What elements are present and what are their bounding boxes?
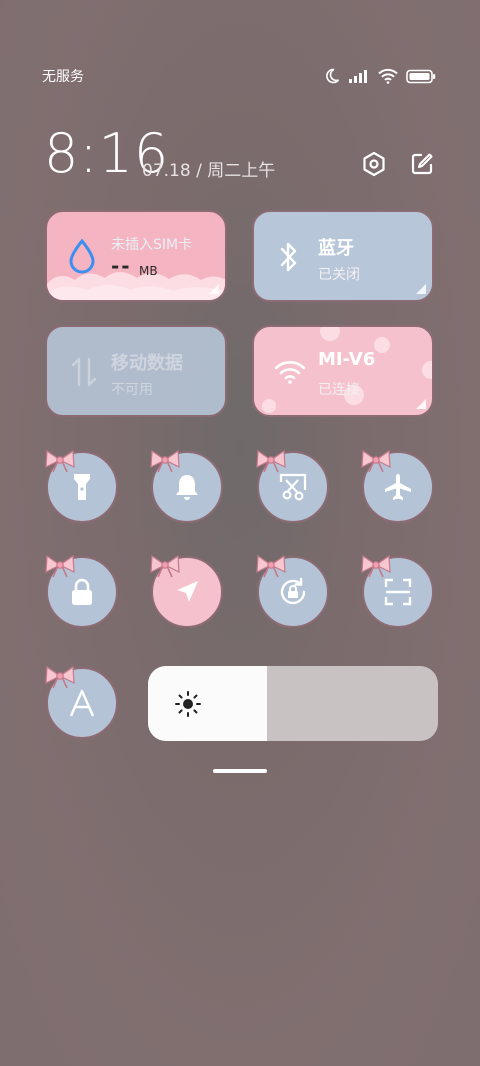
bluetooth-tile[interactable]: 蓝牙 已关闭: [252, 210, 434, 302]
data-arrows-icon: [71, 357, 97, 387]
polka-dot: [262, 399, 276, 413]
mobile-data-status: 不可用: [111, 382, 153, 398]
wifi-icon: [378, 68, 398, 84]
bluetooth-icon: [280, 242, 297, 272]
sun-icon: [175, 691, 201, 717]
moon-icon: [326, 68, 340, 84]
scissors-icon: [279, 473, 307, 501]
bluetooth-status: 已关闭: [318, 267, 360, 283]
wifi-icon: [274, 361, 306, 384]
mobile-data-tile[interactable]: 移动数据 不可用: [45, 325, 227, 417]
sim-status-label: 未插入SIM卡: [111, 237, 193, 253]
polka-dot: [374, 337, 390, 353]
water-drop-icon: [69, 238, 95, 274]
bow-decoration: [256, 554, 286, 578]
battery-icon: [406, 69, 436, 83]
scan-icon: [384, 578, 412, 606]
brightness-fill: [148, 666, 267, 741]
settings-icon[interactable]: [360, 150, 388, 178]
bow-decoration: [256, 449, 286, 473]
toggle-rotation-lock[interactable]: [256, 554, 329, 628]
bow-decoration: [361, 554, 391, 578]
bow-decoration: [150, 449, 180, 473]
flashlight-icon: [74, 474, 90, 500]
navigation-icon: [177, 581, 198, 602]
bluetooth-title: 蓝牙: [318, 238, 354, 259]
toggle-location[interactable]: [150, 554, 223, 628]
toggle-auto-brightness[interactable]: [45, 665, 118, 739]
expand-corner-icon: [416, 284, 426, 294]
expand-corner-icon: [416, 399, 426, 409]
rotation-lock-icon: [280, 577, 306, 605]
status-bar: 无服务: [42, 64, 436, 88]
brightness-slider[interactable]: [148, 666, 438, 741]
bow-decoration: [150, 554, 180, 578]
expand-corner-icon: [209, 284, 219, 294]
bell-icon: [176, 475, 198, 500]
bow-decoration: [361, 449, 391, 473]
carrier-label: 无服务: [42, 69, 84, 85]
bow-decoration: [45, 665, 75, 689]
bow-decoration: [45, 449, 75, 473]
toggle-screenshot[interactable]: [256, 449, 329, 523]
bow-decoration: [45, 554, 75, 578]
data-usage-unit: MB: [139, 264, 158, 278]
toggle-flashlight[interactable]: [45, 449, 118, 523]
wifi-tile[interactable]: MI-V6 已连接: [252, 325, 434, 417]
status-icons: [324, 68, 436, 84]
clock-actions: [360, 150, 436, 178]
date-label[interactable]: 07.18 / 周二上午: [142, 156, 275, 181]
airplane-icon: [385, 474, 411, 500]
polka-dot: [320, 327, 340, 341]
toggle-airplane[interactable]: [361, 449, 434, 523]
wifi-status: 已连接: [318, 382, 360, 398]
edit-icon[interactable]: [408, 150, 436, 178]
toggle-scanner[interactable]: [361, 554, 434, 628]
polka-dot: [422, 361, 432, 379]
home-handle[interactable]: [213, 769, 267, 773]
data-usage-value: --: [111, 254, 132, 278]
clock-row: 8:16 07.18 / 周二上午: [44, 122, 436, 186]
letter-a-icon: [69, 689, 95, 717]
wifi-network-name: MI-V6: [318, 349, 376, 370]
toggle-ringer[interactable]: [150, 449, 223, 523]
sim-data-tile[interactable]: 未插入SIM卡 -- MB: [45, 210, 227, 302]
signal-icon: [349, 70, 367, 83]
mobile-data-title: 移动数据: [111, 353, 183, 374]
toggle-lock-screen[interactable]: [45, 554, 118, 628]
lock-icon: [72, 578, 92, 605]
